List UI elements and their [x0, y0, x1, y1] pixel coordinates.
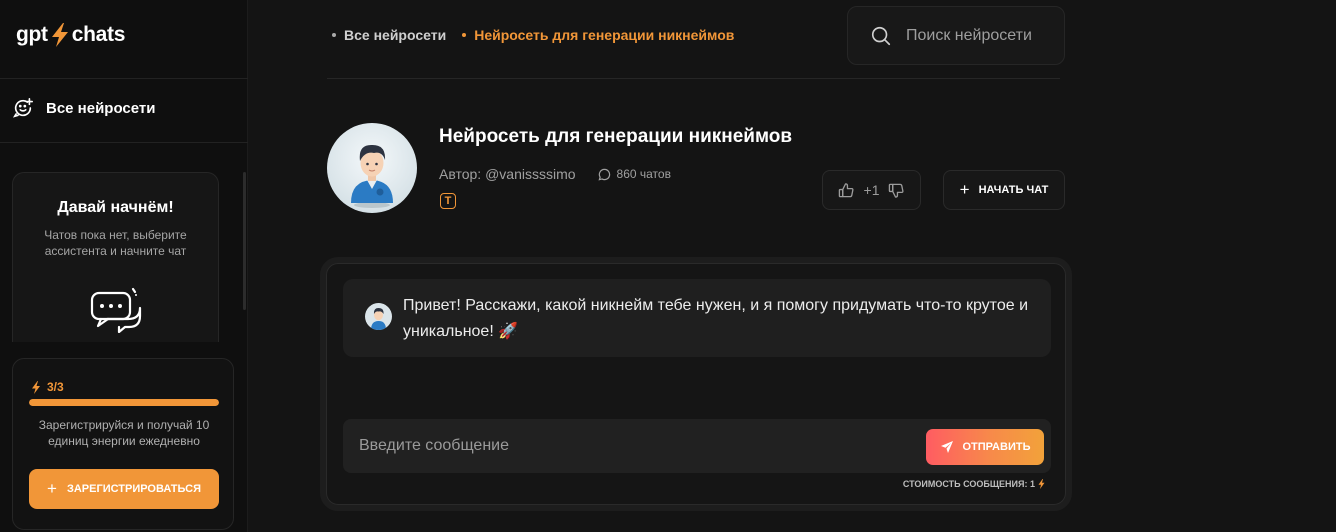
- logo[interactable]: gpt chats: [16, 22, 125, 48]
- chats-count-label: 860 чатов: [616, 167, 671, 181]
- assistant-meta: Автор: @vanissssimo 860 чатов: [439, 166, 671, 182]
- start-chat-button[interactable]: + НАЧАТЬ ЧАТ: [943, 170, 1065, 210]
- energy-count: 3/3: [47, 380, 64, 394]
- thumbs-up-icon[interactable]: [838, 182, 855, 199]
- search-input[interactable]: [906, 26, 1056, 45]
- sidebar-scrollbar[interactable]: [243, 172, 246, 310]
- logo-text-right: chats: [71, 23, 126, 46]
- energy-progress-bar: [29, 399, 219, 406]
- breadcrumb-label: Нейросеть для генерации никнеймов: [474, 27, 735, 43]
- search-box[interactable]: [847, 6, 1065, 65]
- breadcrumb-label: Все нейросети: [344, 27, 447, 43]
- plus-icon: +: [47, 479, 57, 498]
- text-type-badge: T: [440, 193, 456, 209]
- send-icon: [940, 441, 953, 453]
- chat-panel-inner: Привет! Расскажи, какой никнейм тебе нуж…: [326, 263, 1066, 505]
- start-chat-label: НАЧАТЬ ЧАТ: [978, 184, 1049, 196]
- send-button[interactable]: ОТПРАВИТЬ: [926, 429, 1044, 465]
- energy-progress-fill: [29, 399, 219, 406]
- breadcrumb: Все нейросети Нейросеть для генерации ни…: [332, 27, 750, 43]
- thumbs-down-icon[interactable]: [888, 182, 905, 199]
- bolt-icon: [32, 380, 40, 394]
- chat-panel: Привет! Расскажи, какой никнейм тебе нуж…: [320, 257, 1072, 511]
- chat-plus-icon: [12, 98, 33, 118]
- message-input[interactable]: [359, 419, 919, 473]
- sidebar-item-label: Все нейросети: [46, 99, 156, 117]
- bolt-icon: [1038, 479, 1045, 489]
- bolt-icon: [51, 23, 68, 47]
- message-cost-label: СТОИМОСТЬ СООБЩЕНИЯ: 1: [902, 479, 1035, 489]
- message-input-row: ОТПРАВИТЬ: [343, 419, 1051, 473]
- logo-text-left: gpt: [16, 23, 48, 46]
- assistant-avatar: [327, 123, 417, 213]
- energy-description: Зарегистрируйся и получай 10 единиц энер…: [38, 418, 210, 449]
- energy-counter: 3/3: [31, 380, 64, 394]
- plus-icon: +: [959, 180, 970, 199]
- sidebar-divider: [0, 78, 248, 79]
- vote-box: +1: [822, 170, 921, 210]
- person-avatar-icon: [371, 308, 386, 330]
- empty-chats-title: Давай начнём!: [57, 199, 174, 216]
- register-button-label: ЗАРЕГИСТРИРОВАТЬСЯ: [66, 483, 201, 495]
- person-avatar-icon: [351, 144, 393, 208]
- chat-bubbles-icon: [90, 287, 142, 333]
- empty-chats-card: Давай начнём! Чатов пока нет, выберите а…: [12, 172, 219, 342]
- send-button-label: ОТПРАВИТЬ: [962, 441, 1031, 453]
- assistant-author[interactable]: Автор: @vanissssimo: [439, 166, 576, 182]
- assistant-message: Привет! Расскажи, какой никнейм тебе нуж…: [343, 279, 1051, 357]
- assistant-title: Нейросеть для генерации никнеймов: [439, 126, 793, 147]
- message-cost: СТОИМОСТЬ СООБЩЕНИЯ: 1: [903, 479, 1045, 489]
- bullet-dot: [332, 33, 336, 37]
- empty-chats-text: Чатов пока нет, выберите ассистента и на…: [44, 228, 187, 259]
- register-button[interactable]: + ЗАРЕГИСТРИРОВАТЬСЯ: [29, 469, 219, 509]
- breadcrumb-item-all[interactable]: Все нейросети: [332, 27, 446, 43]
- energy-card: 3/3 Зарегистрируйся и получай 10 единиц …: [12, 358, 234, 530]
- vote-count: +1: [863, 182, 880, 198]
- sidebar: gpt chats Все нейросети Давай начнём! Ча…: [0, 0, 248, 532]
- comment-icon: [598, 168, 610, 180]
- sidebar-item-all-networks[interactable]: Все нейросети: [12, 97, 156, 119]
- search-icon: [871, 26, 891, 45]
- bullet-dot: [462, 33, 467, 37]
- message-avatar: [365, 303, 392, 330]
- chats-count: 860 чатов: [598, 167, 671, 181]
- header-divider: [327, 78, 1060, 79]
- breadcrumb-item-current[interactable]: Нейросеть для генерации никнеймов: [462, 27, 734, 43]
- sidebar-divider: [0, 142, 248, 143]
- assistant-message-text: Привет! Расскажи, какой никнейм тебе нуж…: [403, 297, 1028, 340]
